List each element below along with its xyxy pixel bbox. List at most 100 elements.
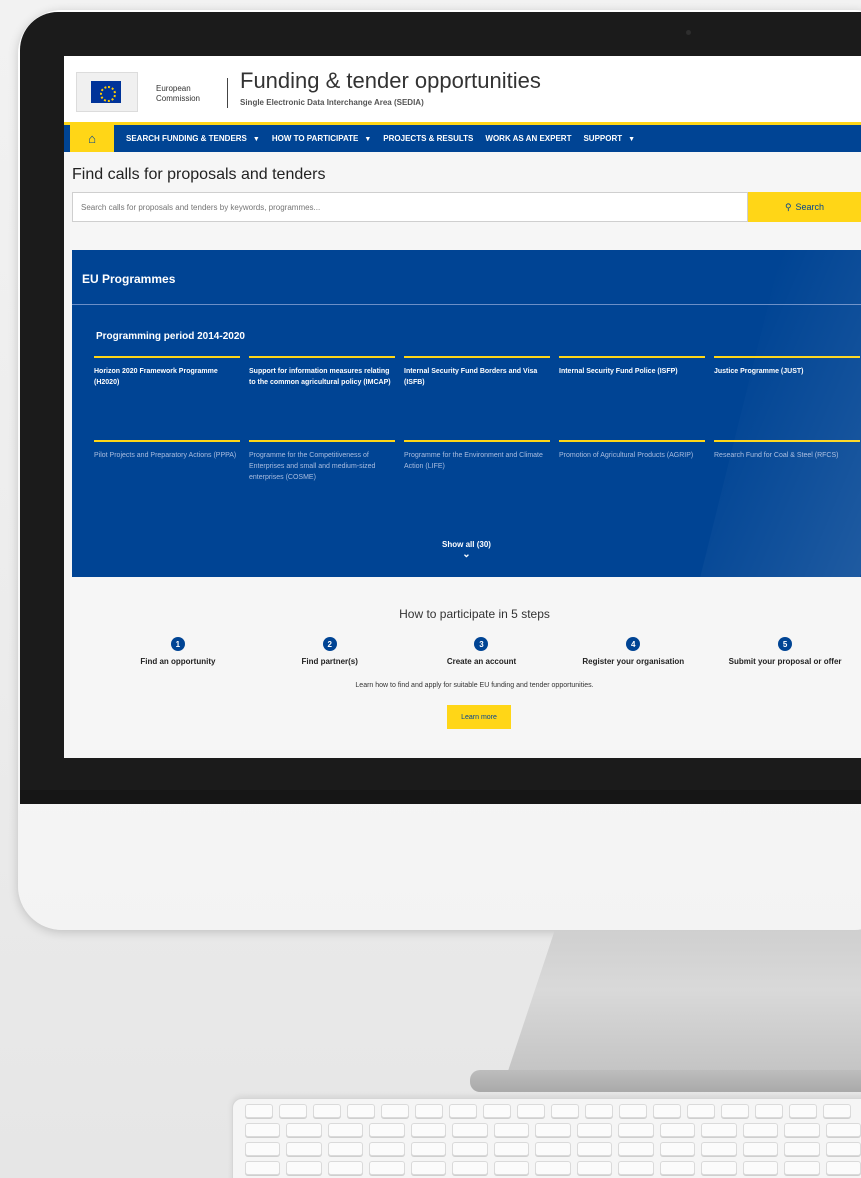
key (327, 1161, 364, 1175)
nav-projects-results[interactable]: PROJECTS & RESULTS (383, 134, 473, 143)
site-header: European Commission Funding & tender opp… (64, 56, 861, 122)
caret-down-icon: ▼ (364, 136, 372, 143)
home-icon: ⌂ (88, 131, 96, 146)
key (701, 1123, 737, 1137)
browser-screen: European Commission Funding & tender opp… (64, 56, 861, 758)
keyboard-row (233, 1099, 861, 1118)
key (493, 1123, 530, 1137)
key (369, 1142, 405, 1156)
european-commission-logo[interactable] (76, 72, 138, 112)
steps-title: How to participate in 5 steps (399, 607, 550, 621)
step-item[interactable]: 1 Find an opportunity (102, 637, 254, 666)
ec-name-line2: Commission (156, 94, 201, 103)
step-item[interactable]: 2 Find partner(s) (254, 637, 406, 666)
key (286, 1142, 322, 1156)
chevron-down-icon: ⌄ (462, 549, 471, 560)
step-item[interactable]: 4 Register your organisation (557, 637, 709, 666)
nav-how-to-participate[interactable]: HOW TO PARTICIPATE ▼ (272, 134, 371, 143)
step-item[interactable]: 5 Submit your proposal or offer (709, 637, 861, 666)
monitor-stand-base (470, 1070, 861, 1092)
nav-item-label: HOW TO PARTICIPATE (271, 134, 359, 143)
key (327, 1142, 364, 1156)
key (535, 1142, 571, 1156)
key (245, 1123, 281, 1137)
key (659, 1142, 696, 1156)
learn-description: Learn how to find and apply for suitable… (355, 682, 594, 689)
key (618, 1142, 654, 1156)
caret-down-icon: ▼ (252, 136, 260, 143)
learn-more-button[interactable]: Learn more (447, 705, 511, 729)
search-button[interactable]: ⚲ Search (748, 192, 861, 222)
step-number-badge: 1 (170, 637, 185, 651)
show-all-button[interactable]: Show all (30) ⌄ (72, 540, 861, 560)
key (410, 1123, 447, 1137)
camera-icon (686, 30, 691, 35)
header-divider (227, 78, 228, 108)
show-all-label: Show all (30) (442, 540, 491, 549)
key (535, 1161, 571, 1175)
key (742, 1123, 779, 1137)
divider (72, 304, 861, 305)
key (279, 1104, 307, 1118)
programme-link[interactable]: Justice Programme (JUST) (714, 356, 860, 420)
nav-search-funding-tenders[interactable]: SEARCH FUNDING & TENDERS ▼ (126, 134, 260, 143)
key (327, 1123, 364, 1137)
programme-link[interactable]: Promotion of Agricultural Products (AGRI… (559, 440, 705, 504)
programme-link[interactable]: Internal Security Fund Borders and Visa … (404, 356, 550, 420)
key (618, 1161, 654, 1175)
keyboard (232, 1098, 861, 1178)
key (701, 1161, 737, 1175)
key (825, 1142, 861, 1156)
programming-period-title: Programming period 2014-2020 (96, 331, 245, 342)
key (415, 1104, 443, 1118)
step-item[interactable]: 3 Create an account (406, 637, 558, 666)
programme-link[interactable]: Programme for the Environment and Climat… (404, 440, 550, 504)
nav-item-label: SUPPORT (583, 134, 623, 143)
programme-link[interactable]: Pilot Projects and Preparatory Actions (… (94, 440, 240, 504)
key (517, 1104, 545, 1118)
key (823, 1104, 851, 1118)
eu-flag-icon (91, 81, 121, 103)
keyboard-row (233, 1156, 861, 1175)
key (721, 1104, 749, 1118)
ec-name: European Commission (156, 84, 200, 104)
key (245, 1142, 281, 1156)
key (784, 1142, 820, 1156)
key (410, 1161, 447, 1175)
eu-programmes-panel: EU Programmes Programming period 2014-20… (72, 250, 861, 577)
monitor-stand (505, 930, 861, 1080)
nav-support[interactable]: SUPPORT ▼ (583, 134, 635, 143)
key (687, 1104, 715, 1118)
programme-link[interactable]: Support for information measures relatin… (249, 356, 395, 420)
key (618, 1123, 654, 1137)
key (286, 1161, 322, 1175)
key (483, 1104, 511, 1118)
key (576, 1142, 613, 1156)
key (551, 1104, 579, 1118)
programme-link[interactable]: Research Fund for Coal & Steel (RFCS) (714, 440, 860, 504)
programme-link[interactable]: Horizon 2020 Framework Programme (H2020) (94, 356, 240, 420)
key (784, 1123, 820, 1137)
search-input[interactable] (72, 192, 748, 222)
key (742, 1142, 779, 1156)
programme-link[interactable]: Internal Security Fund Police (ISFP) (559, 356, 705, 420)
keyboard-row (233, 1137, 861, 1156)
ec-name-line1: European (156, 84, 191, 93)
home-button[interactable]: ⌂ (70, 125, 114, 152)
site-title[interactable]: Funding & tender opportunities (240, 68, 541, 94)
key (493, 1142, 530, 1156)
key (452, 1123, 488, 1137)
key (659, 1161, 696, 1175)
nav-work-as-expert[interactable]: WORK AS AN EXPERT (485, 134, 571, 143)
key (784, 1161, 820, 1175)
step-label: Register your organisation (582, 657, 685, 666)
search-bar: ⚲ Search (72, 192, 861, 222)
key (245, 1104, 273, 1118)
eu-programmes-title: EU Programmes (82, 272, 176, 286)
programme-link[interactable]: Programme for the Competitiveness of Ent… (249, 440, 395, 504)
key (535, 1123, 571, 1137)
search-button-label: Search (795, 202, 825, 212)
step-label: Find partner(s) (301, 657, 358, 666)
key (576, 1123, 613, 1137)
main-navigation: ⌂ SEARCH FUNDING & TENDERS ▼ HOW TO PARTI… (64, 122, 861, 152)
